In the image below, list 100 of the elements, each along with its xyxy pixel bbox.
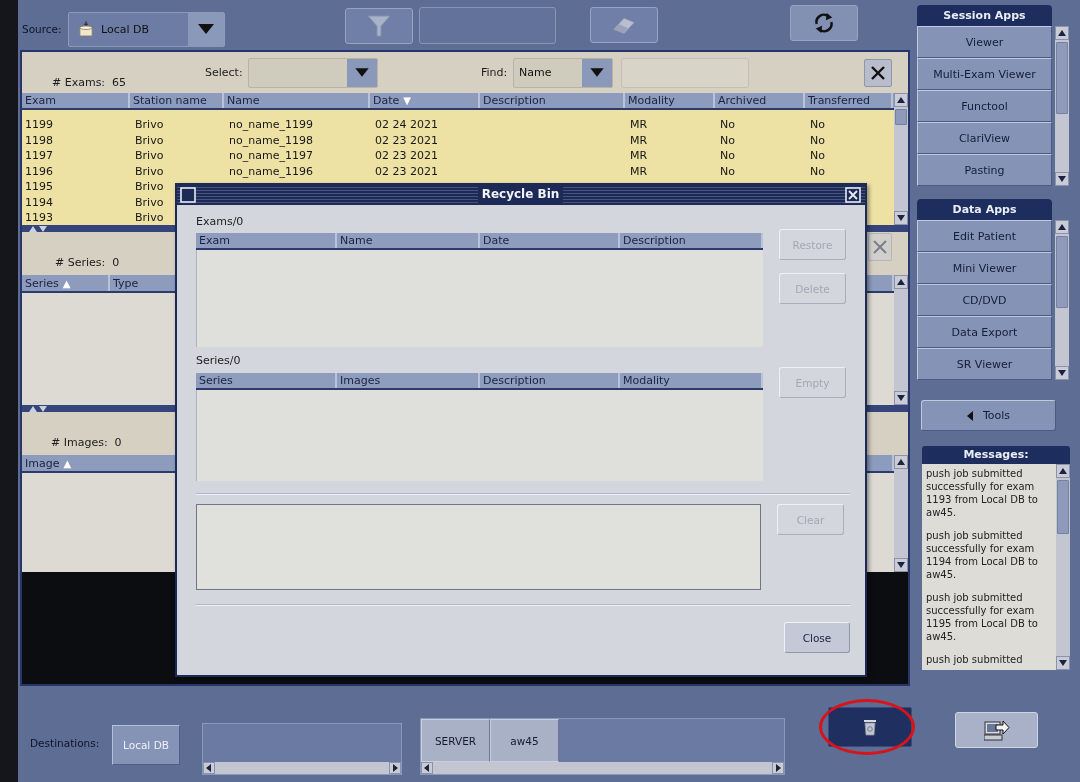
column-header[interactable]: Name [337,233,480,248]
clear-icon [870,64,886,81]
network-destination-item[interactable]: aw45 [490,719,559,762]
column-header[interactable]: Archived [715,93,805,108]
column-header[interactable]: Description [480,93,625,108]
scrollbar-thumb[interactable] [1057,480,1069,535]
message-text: push job submitted successfully for exam 1194 from Local DB to aw45. [926,529,1039,581]
recycle-bin-button[interactable] [828,707,912,747]
message-text: push job submitted successfully for exam 1193 from Local DB to aw45. [926,467,1039,519]
column-header[interactable]: Description [620,233,763,248]
table-cell-text: no_name_1199 [228,118,313,132]
select-label: Select: [205,66,244,79]
vertical-scrollbar[interactable] [894,93,908,225]
table-cell-text: 1195 [24,180,53,194]
window-menu-icon[interactable] [180,186,196,203]
table-cell-text: No [809,149,825,163]
table-cell-text: MR [629,164,648,178]
table-cell-text: Brivo [134,149,164,163]
export-button[interactable] [955,712,1038,748]
clear-button[interactable] [868,233,892,261]
sort-indicator: ▼ [403,94,411,108]
app-button[interactable]: Multi-Exam Viewer [917,58,1052,90]
clear-search-button[interactable] [864,58,892,87]
column-header[interactable]: Images [337,373,480,388]
sort-indicator: ▲ [62,276,71,291]
table-cell-text: No [719,149,735,163]
vertical-scrollbar[interactable] [894,455,908,572]
app-button[interactable]: ClariView [917,122,1052,154]
app-button[interactable]: Mini Viewer [917,252,1052,284]
vertical-scrollbar[interactable] [894,275,908,405]
horizontal-scrollbar[interactable] [203,762,401,774]
vertical-scrollbar[interactable] [1055,26,1069,186]
sort-indicator: ▲ [63,456,72,471]
column-header[interactable]: Series [196,373,337,388]
close-button[interactable]: Close [784,622,850,653]
app-button[interactable]: Functool [917,90,1052,122]
message-text: push job submitted successfully for exam 1195 from Local DB to aw45. [926,591,1039,643]
vertical-scrollbar[interactable] [1055,220,1069,380]
destinations-label: Destinations: [30,737,101,749]
refresh-button[interactable] [790,5,858,41]
table-cell-text: 1199 [24,118,53,132]
horizontal-scrollbar[interactable] [421,762,784,774]
dialog-title: Recycle Bin [477,186,564,203]
table-cell-text: No [719,118,735,132]
column-header[interactable]: Name [224,93,370,108]
table-cell-text: Brivo [134,118,164,132]
scrollbar-thumb[interactable] [1056,236,1068,309]
log-text-area[interactable] [196,504,761,590]
splitter-arrows-icon[interactable] [28,225,48,232]
vertical-scrollbar[interactable] [1056,464,1070,670]
table-cell-text: No [809,118,825,132]
group-header: Session Apps [917,5,1052,26]
exam-count: # Exams: 65 [52,76,128,91]
table-cell-text: 02 23 2021 [374,133,438,147]
app-button[interactable]: CD/DVD [917,284,1052,316]
table-cell-text: 1198 [24,133,53,147]
table-cell-text: MR [629,149,648,163]
app-button[interactable]: Pasting [917,154,1052,186]
table-cell-text: Brivo [134,133,164,147]
splitter-arrows-icon[interactable] [28,405,48,412]
table-cell-text: No [809,133,825,147]
column-header[interactable]: Date [480,233,620,248]
column-header[interactable]: Date ▼ [370,93,480,108]
table-cell-text: 02 23 2021 [374,149,438,163]
scrollbar-thumb[interactable] [895,109,907,125]
column-header[interactable]: Description [480,373,620,388]
table-cell-text: Brivo [134,211,164,225]
network-destination-item[interactable]: SERVER [421,719,490,762]
table-cell-text: 1193 [24,211,53,225]
table-cell-text: no_name_1198 [228,133,313,147]
table-cell-text: No [809,164,825,178]
app-button[interactable]: Data Export [917,316,1052,348]
funnel-icon [367,15,391,37]
column-header[interactable]: Modality [620,373,763,388]
database-icon [79,21,93,37]
clear-icon [872,239,888,255]
find-by-dropdown[interactable]: Name [513,57,613,88]
scrollbar-thumb[interactable] [1056,42,1068,115]
table-cell-text: 1197 [24,149,53,163]
column-header[interactable]: Station name [130,93,224,108]
messages-header: Messages: [922,446,1070,464]
group-header: Data Apps [917,199,1052,220]
app-button[interactable]: SR Viewer [917,348,1052,380]
column-header[interactable]: Series ▲ [22,275,110,291]
table-cell-text: Brivo [134,164,164,178]
column-header[interactable]: Modality [625,93,715,108]
column-header[interactable]: Exam [22,93,130,108]
table-cell-text: No [719,133,735,147]
column-header[interactable]: Exam [196,233,337,248]
tools-button[interactable]: Tools [921,400,1056,431]
dialog-close-button[interactable] [845,186,861,203]
app-button[interactable]: Viewer [917,26,1052,58]
table-cell-text: No [719,164,735,178]
trash-icon [863,718,877,736]
source-label: Source: [22,23,63,35]
table-cell-text: MR [629,133,648,147]
table-cell-text: no_name_1196 [228,164,313,178]
source-dropdown[interactable]: Local DB [68,11,225,47]
app-button[interactable]: Edit Patient [917,220,1052,252]
table-cell-text: 1194 [24,195,53,209]
